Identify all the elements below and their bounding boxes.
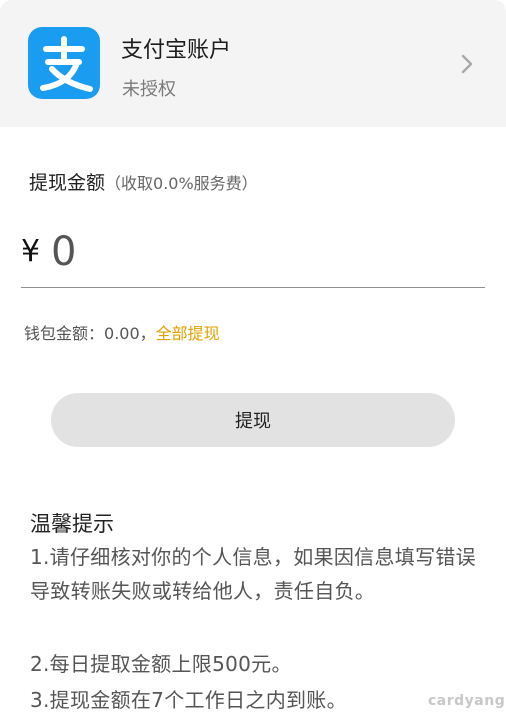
- tip-item: 1.请仔细核对你的个人信息，如果因信息填写错误导致转账失败或转给他人，责任自负。: [30, 545, 476, 603]
- wallet-balance-label: 钱包金额：: [24, 324, 105, 343]
- withdraw-all-link[interactable]: 全部提现: [156, 324, 220, 343]
- watermark: cardyang: [428, 693, 506, 709]
- withdraw-button[interactable]: 提现: [51, 393, 455, 447]
- wallet-balance-value: 0.00，: [104, 324, 156, 343]
- alipay-account-card[interactable]: 支付宝账户 未授权: [0, 0, 506, 127]
- chevron-right-icon[interactable]: [455, 52, 479, 76]
- tip-item: 3.提现金额在7个工作日之内到账。: [30, 688, 347, 712]
- account-status: 未授权: [122, 79, 176, 100]
- tips-title: 温馨提示: [30, 512, 114, 536]
- alipay-logo-icon: [28, 27, 100, 99]
- amount-input[interactable]: [51, 224, 471, 280]
- amount-row: ¥: [21, 222, 485, 288]
- fee-note: （收取0.0%服务费）: [105, 174, 258, 193]
- currency-symbol: ¥: [21, 234, 41, 269]
- wallet-balance-line: 钱包金额：0.00，全部提现: [24, 320, 220, 344]
- withdraw-amount-label: 提现金额: [29, 172, 106, 194]
- withdraw-amount-title: 提现金额（收取0.0%服务费）: [29, 168, 258, 195]
- tip-item: 2.每日提取金额上限500元。: [30, 652, 292, 676]
- account-name: 支付宝账户: [121, 38, 232, 63]
